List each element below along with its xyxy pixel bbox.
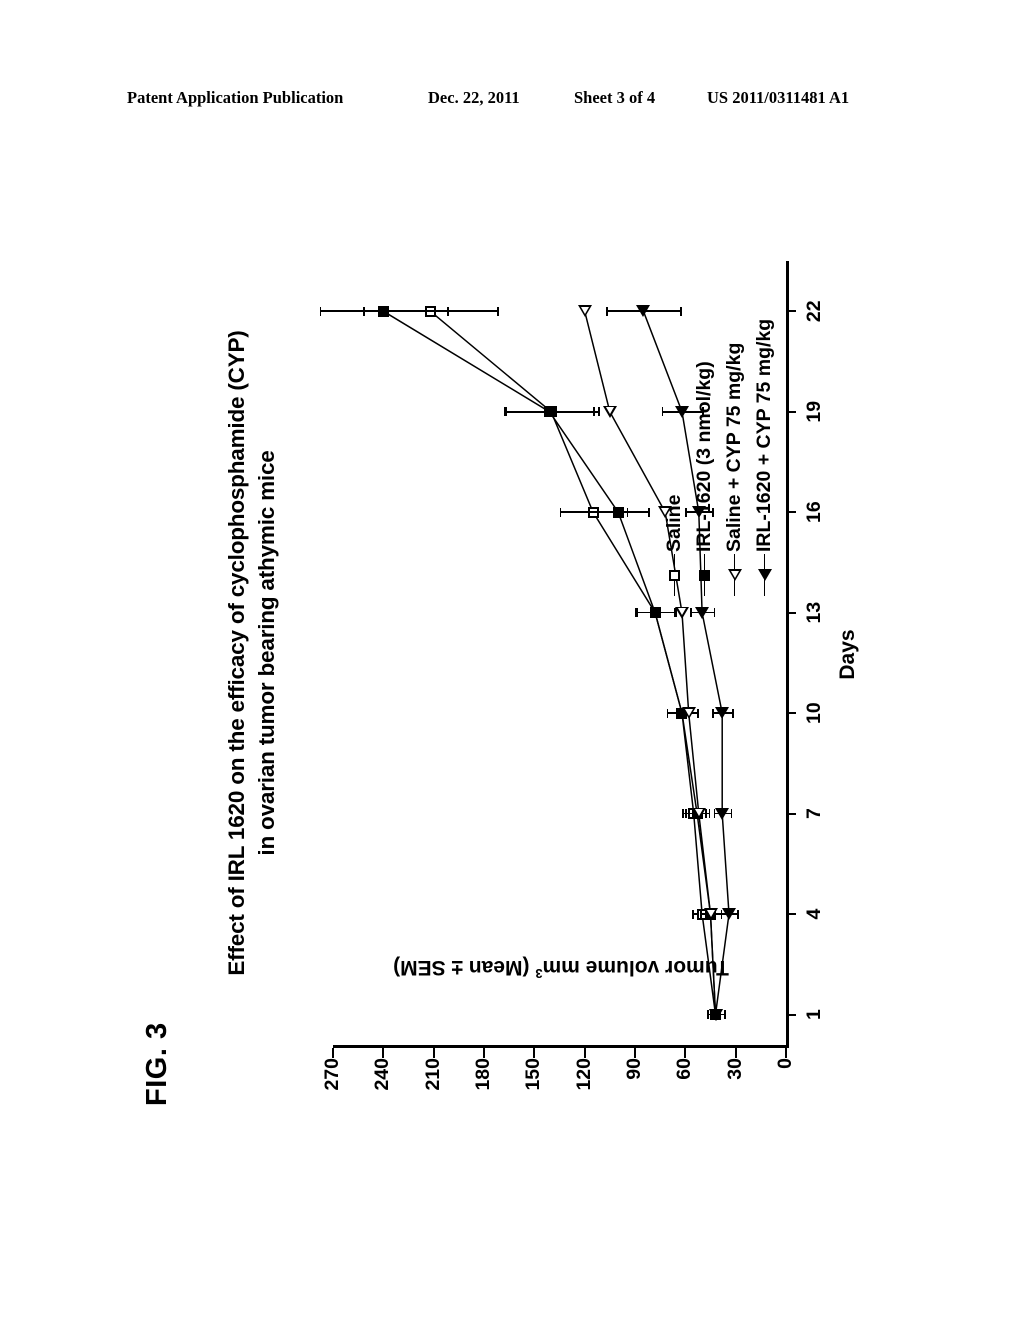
y-tick (634, 1048, 636, 1058)
filled-triangle-marker-icon (695, 606, 710, 619)
filled-triangle-marker-icon (708, 1008, 723, 1021)
legend-label: IRL-1620 + CYP 75 mg/kg (753, 318, 775, 552)
chart-legend: Saline IRL-1620 (3 nmol/kg) Saline + CYP 7… (663, 296, 783, 596)
legend-item[interactable]: Saline + CYP 75 mg/kg (723, 296, 753, 596)
y-tick (785, 1048, 787, 1058)
y-tick (583, 1048, 586, 1058)
open-triangle-marker-icon (577, 305, 592, 318)
open-triangle-marker-icon (681, 707, 696, 720)
error-bar-cap (723, 1010, 726, 1020)
y-tick-label: 0 (774, 1058, 796, 1069)
y-tick (382, 1048, 385, 1058)
legend-label: Saline + CYP 75 mg/kg (723, 342, 745, 552)
y-tick-label: 120 (572, 1058, 595, 1091)
legend-item[interactable]: IRL-1620 + CYP 75 mg/kg (753, 296, 783, 596)
open-triangle-marker-icon (602, 405, 617, 418)
open-triangle-marker-icon (703, 908, 718, 921)
error-bar-cap (692, 909, 694, 919)
filled-triangle-marker-icon (757, 569, 772, 581)
error-bar-cap (559, 507, 562, 517)
y-tick (332, 1048, 334, 1058)
y-axis-title: Tumor volume mm3 (Mean ± SEM) (331, 955, 791, 981)
y-tick-label: 270 (321, 1058, 343, 1091)
error-bar-cap (666, 708, 669, 718)
error-bar-cap (319, 306, 322, 316)
y-tick-label: 30 (723, 1058, 746, 1080)
filled-square-marker-icon (612, 506, 624, 518)
legend-key (754, 554, 776, 596)
legend-item[interactable]: Saline (663, 296, 693, 596)
x-tick-label: 13 (803, 601, 825, 624)
error-bar-cap (713, 608, 716, 618)
open-triangle-marker-icon (674, 606, 689, 619)
error-bar-cap (447, 306, 449, 316)
legend-item[interactable]: IRL-1620 (3 nmol/kg) (693, 296, 723, 596)
x-tick-label: 7 (803, 808, 825, 820)
error-bar-cap (697, 708, 699, 718)
open-triangle-marker-icon (691, 807, 706, 820)
error-bar-cap (648, 507, 651, 517)
y-tick-label: 240 (371, 1058, 394, 1091)
filled-triangle-marker-icon (715, 807, 730, 820)
error-bar-cap (505, 407, 508, 417)
open-triangle-marker-icon (727, 569, 742, 581)
legend-label: Saline (663, 494, 685, 552)
x-tick-label: 19 (803, 400, 825, 423)
error-bar-cap (690, 608, 692, 618)
y-axis-title-post: (Mean ± SEM) (393, 956, 536, 979)
filled-square-marker-icon (698, 570, 710, 581)
filled-triangle-marker-icon (715, 707, 730, 720)
x-tick-label: 16 (803, 501, 825, 524)
y-tick (432, 1048, 435, 1058)
x-axis-title: Days (836, 629, 859, 680)
y-tick-label: 90 (623, 1058, 645, 1080)
error-bar-cap (606, 306, 609, 316)
plot-area: 1 4 7 10 13 16 19 22 270 240 210 180 150 120 90 60 30 0 … (319, 261, 859, 1091)
y-tick (684, 1048, 687, 1058)
y-tick (483, 1048, 485, 1058)
x-tick-label: 22 (803, 300, 825, 323)
error-bar-cap (593, 407, 595, 417)
filled-square-marker-icon (543, 406, 555, 418)
error-bar-cap (737, 909, 739, 919)
error-bar-cap (681, 809, 684, 819)
error-bar-cap (732, 708, 734, 718)
x-tick-label: 10 (803, 702, 825, 724)
error-bar-cap (708, 809, 711, 819)
y-tick (533, 1048, 536, 1058)
y-axis-title-exponent: 3 (535, 966, 543, 981)
x-tick-label: 4 (803, 908, 825, 920)
error-bar-cap (712, 708, 714, 718)
y-tick-label: 180 (472, 1058, 494, 1091)
y-axis-title-pre: Tumor volume mm (542, 956, 729, 979)
filled-square-marker-icon (649, 607, 661, 619)
filled-triangle-marker-icon (721, 908, 736, 921)
error-bar-cap (588, 507, 590, 517)
chart-title: Effect of IRL 1620 on the efficacy of cy… (222, 258, 282, 1048)
x-tick-label: 1 (803, 1009, 825, 1020)
figure-container: Effect of IRL 1620 on the efficacy of cy… (0, 0, 1024, 1320)
y-tick-label: 150 (522, 1058, 545, 1091)
error-bar-cap (700, 909, 703, 919)
open-square-marker-icon (668, 570, 680, 581)
legend-key (724, 554, 746, 596)
legend-key (664, 554, 686, 596)
y-tick (734, 1048, 737, 1058)
error-bar-cap (685, 809, 687, 819)
filled-triangle-marker-icon (636, 305, 651, 318)
y-tick-label: 210 (421, 1058, 444, 1091)
legend-label: IRL-1620 (3 nmol/kg) (693, 361, 715, 552)
chart-title-line-1: Effect of IRL 1620 on the efficacy of cy… (224, 330, 249, 976)
filled-square-marker-icon (377, 305, 389, 317)
error-bar-cap (730, 809, 733, 819)
chart-title-line-2: in ovarian tumor bearing athymic mice (254, 450, 279, 856)
legend-key (694, 554, 716, 596)
y-tick-label: 60 (673, 1058, 696, 1080)
error-bar-cap (497, 306, 500, 316)
error-bar-cap (636, 608, 639, 618)
error-bar-cap (598, 407, 600, 417)
